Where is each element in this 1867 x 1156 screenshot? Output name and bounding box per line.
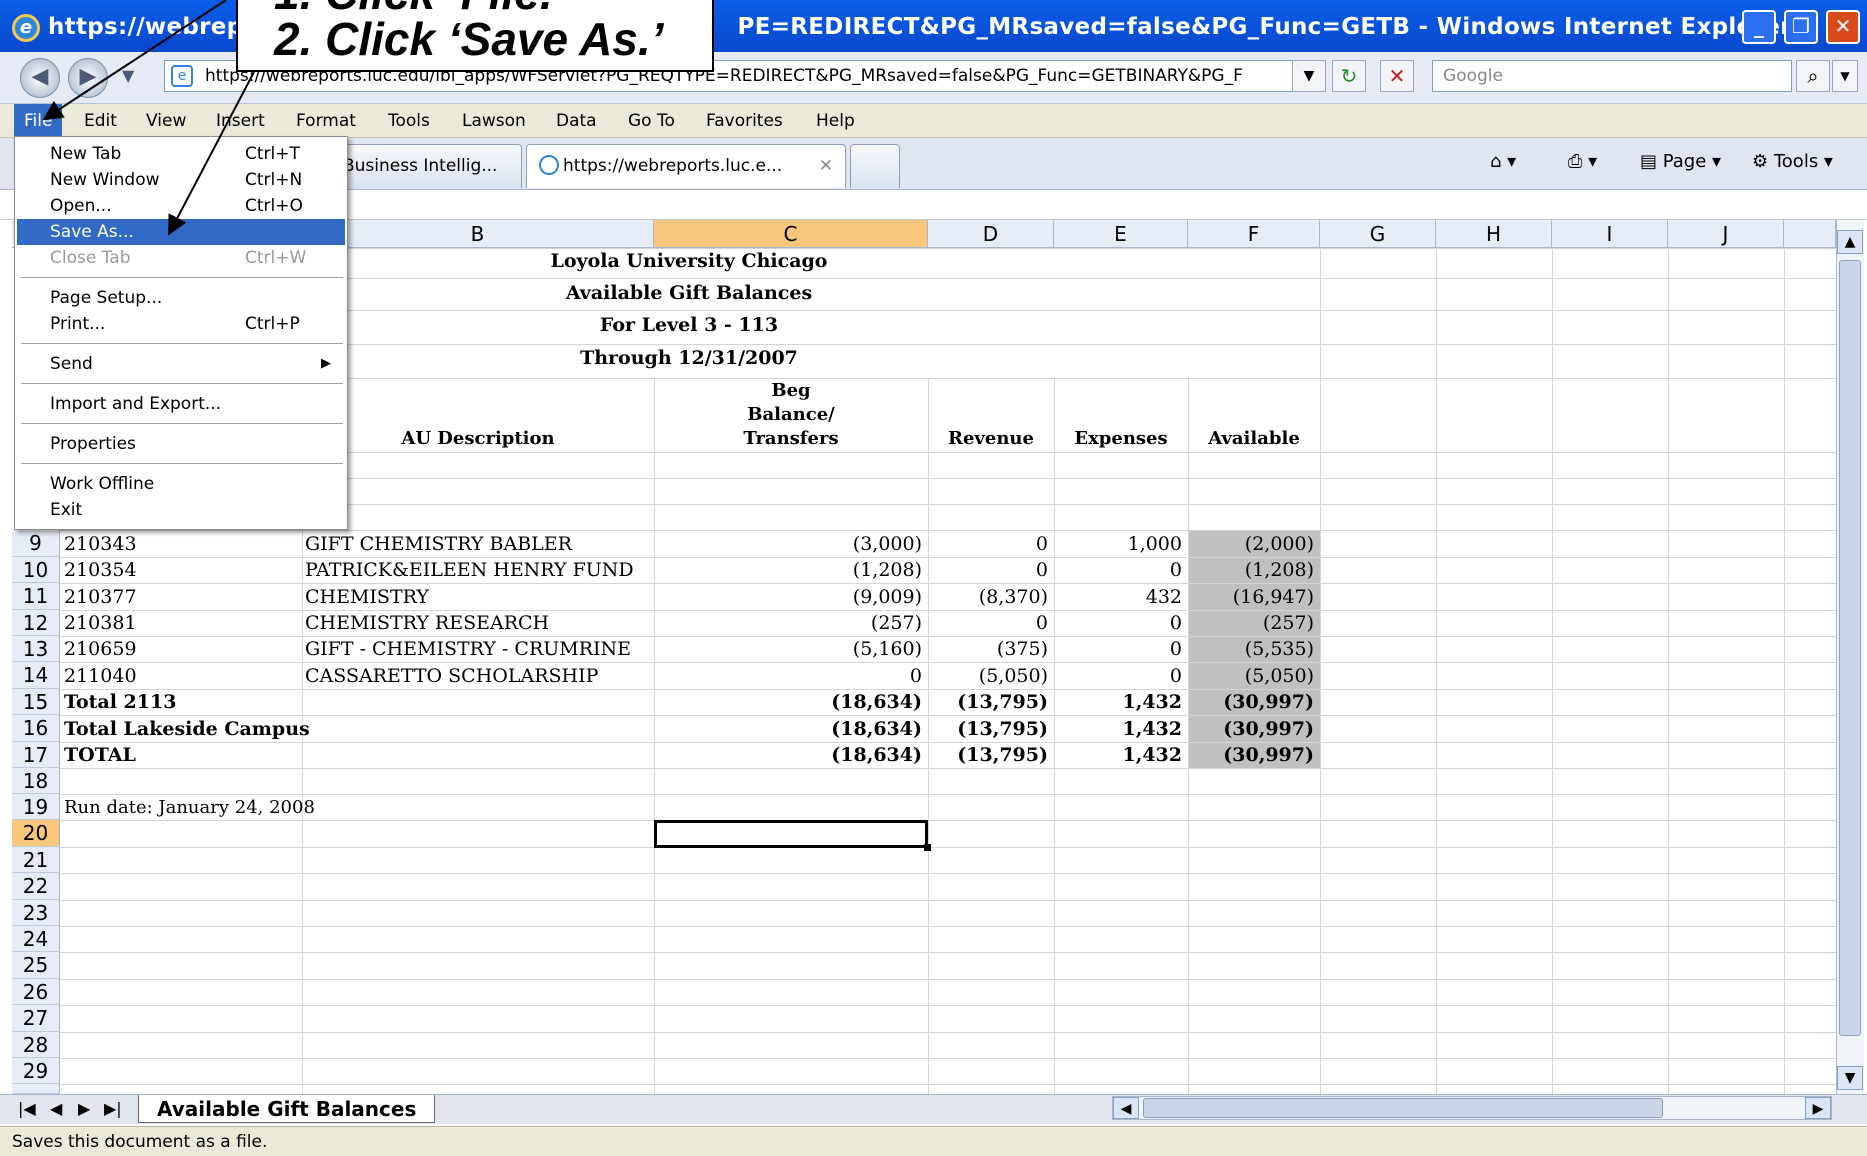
arrow-to-save-as (168, 71, 255, 236)
ie-window: e https://webrepo PE=REDIRECT&PG_MRsaved=… (0, 0, 1867, 1156)
annotation-arrows (42, 0, 255, 236)
arrow-to-file-menu (42, 0, 227, 121)
